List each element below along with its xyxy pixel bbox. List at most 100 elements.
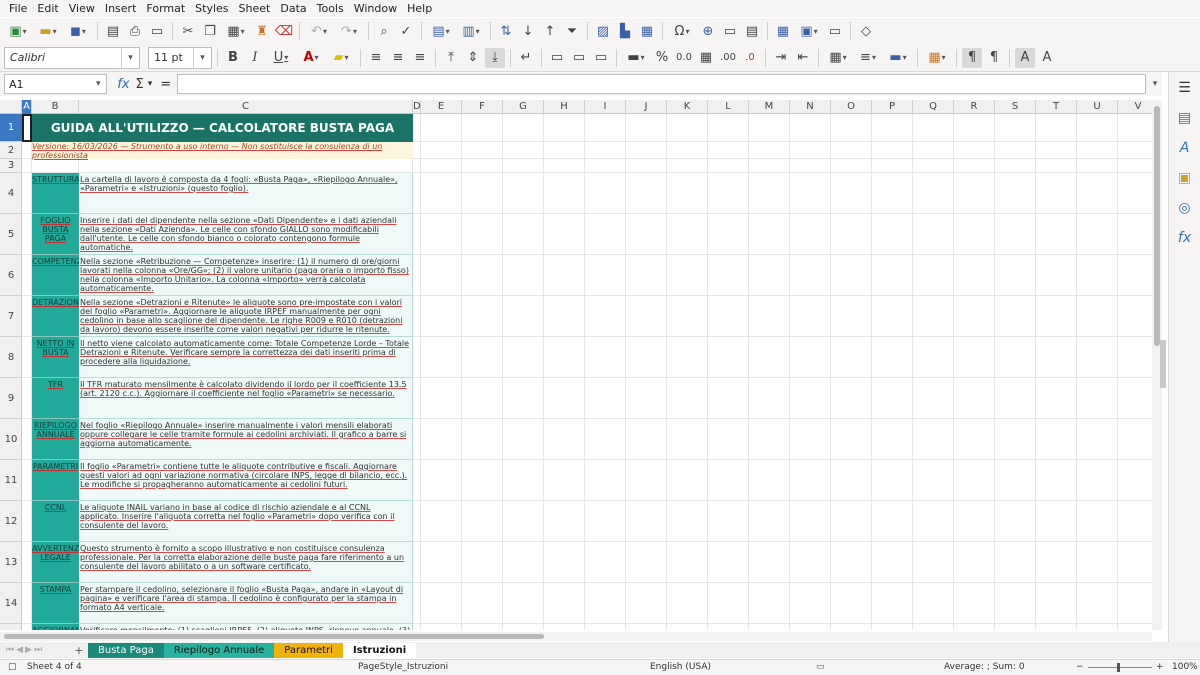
menu-window[interactable]: Window: [349, 2, 402, 15]
new-icon[interactable]: ▣: [4, 21, 32, 41]
row-header[interactable]: 9: [0, 378, 22, 419]
column-header[interactable]: E: [421, 100, 462, 114]
menu-view[interactable]: View: [64, 2, 100, 15]
split-window-icon[interactable]: ▭: [825, 21, 845, 41]
row-header[interactable]: 6: [0, 255, 22, 296]
unmerge-cells-icon[interactable]: ▭: [591, 48, 611, 68]
row-header[interactable]: 14: [0, 583, 22, 624]
zoom-slider[interactable]: [1088, 667, 1152, 668]
wrap-text-icon[interactable]: ↵: [516, 48, 536, 68]
align-left-icon[interactable]: ≡: [366, 48, 386, 68]
expand-formula-icon[interactable]: ▾: [1148, 79, 1162, 89]
section-text[interactable]: Nel foglio «Riepilogo Annuale» inserire …: [79, 419, 413, 460]
highlight-color-icon[interactable]: ▰: [327, 48, 355, 68]
copy-icon[interactable]: ❐: [200, 21, 220, 41]
tab-parametri[interactable]: Parametri: [274, 642, 343, 658]
increase-indent-icon[interactable]: ⇥: [771, 48, 791, 68]
percent-format-button[interactable]: %: [652, 48, 672, 68]
menu-sheet[interactable]: Sheet: [234, 2, 276, 15]
row-header[interactable]: 12: [0, 501, 22, 542]
first-sheet-icon[interactable]: ⏮: [6, 645, 14, 655]
column-header[interactable]: A: [22, 100, 32, 114]
insert-chart-icon[interactable]: ▙: [615, 21, 635, 41]
font-color-icon[interactable]: A: [297, 48, 325, 68]
column-header[interactable]: G: [503, 100, 544, 114]
bold-button[interactable]: B: [223, 48, 243, 68]
date-format-icon[interactable]: ▦: [696, 48, 716, 68]
sum-button[interactable]: Σ: [136, 77, 144, 92]
section-text[interactable]: Il foglio «Parametri» contiene tutte le …: [79, 460, 413, 501]
section-text[interactable]: Nella sezione «Detrazioni e Ritenute» le…: [79, 296, 413, 337]
print-preview-icon[interactable]: ▭: [147, 21, 167, 41]
zoom-in-icon[interactable]: +: [1156, 662, 1164, 672]
row-header[interactable]: 7: [0, 296, 22, 337]
clear-formatting-icon[interactable]: ⌫: [274, 21, 294, 41]
function-wizard-button[interactable]: fx: [117, 77, 129, 92]
save-icon[interactable]: ◼: [64, 21, 92, 41]
comment-icon[interactable]: ▭: [720, 21, 740, 41]
sheet-grid[interactable]: ABCDEFGHIJKLMNOPQRSTUV 1 2 3 4 5 6 7 8 9 10 11 12 13…: [0, 100, 1152, 630]
menu-icon[interactable]: ☰: [1175, 78, 1195, 98]
clone-formatting-icon[interactable]: ♜: [252, 21, 272, 41]
align-bottom-icon[interactable]: ⤓: [485, 47, 505, 68]
font-size-box[interactable]: 11 pt ▾: [148, 46, 212, 69]
sort-icon[interactable]: ⇅: [496, 21, 516, 41]
pivot-table-icon[interactable]: ▦: [637, 21, 657, 41]
text-direction-ltr-icon[interactable]: ¶: [962, 47, 982, 68]
align-center-icon[interactable]: ≡: [388, 48, 408, 68]
prev-sheet-icon[interactable]: ◀: [16, 645, 23, 655]
special-character-icon[interactable]: Ω: [668, 21, 696, 41]
section-label[interactable]: RIEPILOGO ANNUALE: [32, 419, 79, 460]
align-top-icon[interactable]: ⤒: [441, 48, 461, 68]
menu-edit[interactable]: Edit: [32, 2, 63, 15]
define-print-area-icon[interactable]: ▦: [773, 21, 793, 41]
column-header[interactable]: C: [79, 100, 413, 114]
sort-ascending-icon[interactable]: ↓: [518, 21, 538, 41]
hyperlink-icon[interactable]: ⊕: [698, 21, 718, 41]
column-header[interactable]: T: [1036, 100, 1077, 114]
language[interactable]: English (USA): [650, 662, 711, 672]
menu-help[interactable]: Help: [402, 2, 437, 15]
merge-center-icon[interactable]: ▭: [547, 48, 567, 68]
column-header[interactable]: Q: [913, 100, 954, 114]
next-sheet-icon[interactable]: ▶: [25, 645, 32, 655]
freeze-rows-columns-icon[interactable]: ▣: [795, 21, 823, 41]
section-text[interactable]: La cartella di lavoro è composta da 4 fo…: [79, 173, 413, 214]
text-direction-rtl-icon[interactable]: ¶: [984, 48, 1004, 68]
row-header[interactable]: 3: [0, 159, 22, 173]
functions-icon[interactable]: fx: [1175, 228, 1195, 248]
delete-decimal-button[interactable]: .0: [740, 48, 760, 68]
section-label[interactable]: AGGIORNAM: [32, 624, 79, 630]
styles-icon[interactable]: A: [1175, 138, 1195, 158]
section-text[interactable]: Il netto viene calcolato automaticamente…: [79, 337, 413, 378]
section-text[interactable]: Il TFR maturato mensilmente è calcolato …: [79, 378, 413, 419]
align-middle-icon[interactable]: ⇕: [463, 48, 483, 68]
properties-icon[interactable]: ▤: [1175, 108, 1195, 128]
underline-button[interactable]: U: [267, 48, 295, 68]
column-header[interactable]: S: [995, 100, 1036, 114]
column-icon[interactable]: ▥: [457, 21, 485, 41]
column-header[interactable]: K: [667, 100, 708, 114]
section-label[interactable]: AVVERTENZA LEGALE: [32, 542, 79, 583]
row-header[interactable]: 8: [0, 337, 22, 378]
section-label[interactable]: CCNL: [32, 501, 79, 542]
gallery-icon[interactable]: ▣: [1175, 168, 1195, 188]
menu-tools[interactable]: Tools: [312, 2, 349, 15]
row-header[interactable]: 11: [0, 460, 22, 501]
column-header[interactable]: U: [1077, 100, 1118, 114]
column-header[interactable]: R: [954, 100, 995, 114]
section-text[interactable]: Verificare mensilmente: (1) scaglioni IR…: [79, 624, 413, 630]
section-text[interactable]: Nella sezione «Retribuzione — Competenze…: [79, 255, 413, 296]
name-box[interactable]: A1 ▾: [4, 74, 108, 94]
menu-format[interactable]: Format: [141, 2, 190, 15]
text-vertical-rtl-icon[interactable]: A: [1037, 48, 1057, 68]
column-header[interactable]: D: [413, 100, 421, 114]
conditional-format-icon[interactable]: ▦: [923, 48, 951, 68]
tab-riepilogo-annuale[interactable]: Riepilogo Annuale: [163, 642, 275, 658]
autofilter-icon[interactable]: ⏷: [562, 21, 582, 41]
column-header[interactable]: F: [462, 100, 503, 114]
zoom-level[interactable]: 100%: [1172, 662, 1198, 672]
cell-area[interactable]: GUIDA ALL'UTILIZZO — CALCOLATORE BUSTA P…: [22, 114, 1152, 630]
navigator-icon[interactable]: ◎: [1175, 198, 1195, 218]
section-label[interactable]: DETRAZIONI: [32, 296, 79, 337]
